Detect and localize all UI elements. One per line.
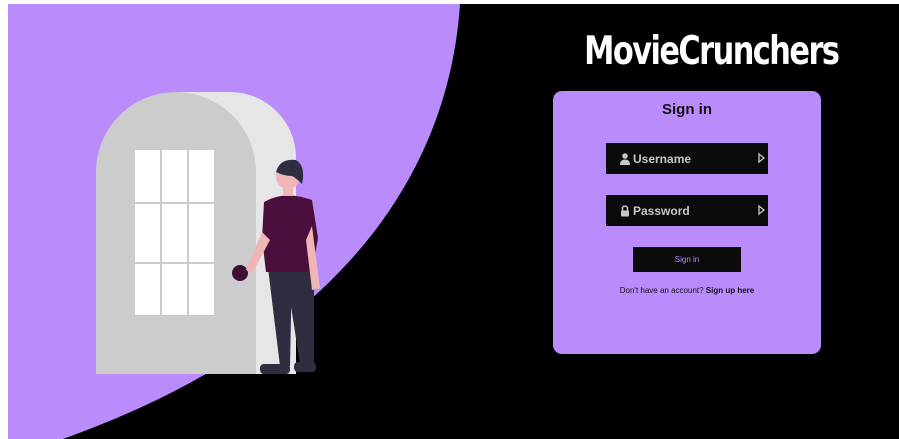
login-card: Sign in Username Password Sign in Don't	[553, 91, 821, 354]
doorknob	[232, 265, 248, 281]
login-title: Sign in	[662, 101, 712, 118]
user-icon	[620, 152, 630, 165]
door-illustration	[96, 92, 320, 374]
username-placeholder: Username	[633, 151, 692, 166]
arrow-right-icon	[758, 152, 765, 164]
password-placeholder: Password	[633, 203, 690, 218]
signup-prompt: Don't have an account? Sign up here	[553, 286, 821, 295]
username-input[interactable]: Username	[606, 143, 768, 174]
sign-up-link[interactable]: Sign up here	[706, 286, 754, 295]
password-input[interactable]: Password	[606, 195, 768, 226]
arrow-right-icon	[758, 204, 765, 216]
door-window	[135, 150, 214, 315]
sign-in-button[interactable]: Sign in	[633, 247, 741, 272]
brand-title: MovieCrunchers	[584, 29, 840, 74]
signup-prompt-text: Don't have an account?	[619, 286, 704, 295]
lock-icon	[621, 204, 629, 216]
person-shoe	[260, 364, 290, 374]
login-page: MovieCrunchers Sign in Username Password…	[0, 0, 899, 439]
